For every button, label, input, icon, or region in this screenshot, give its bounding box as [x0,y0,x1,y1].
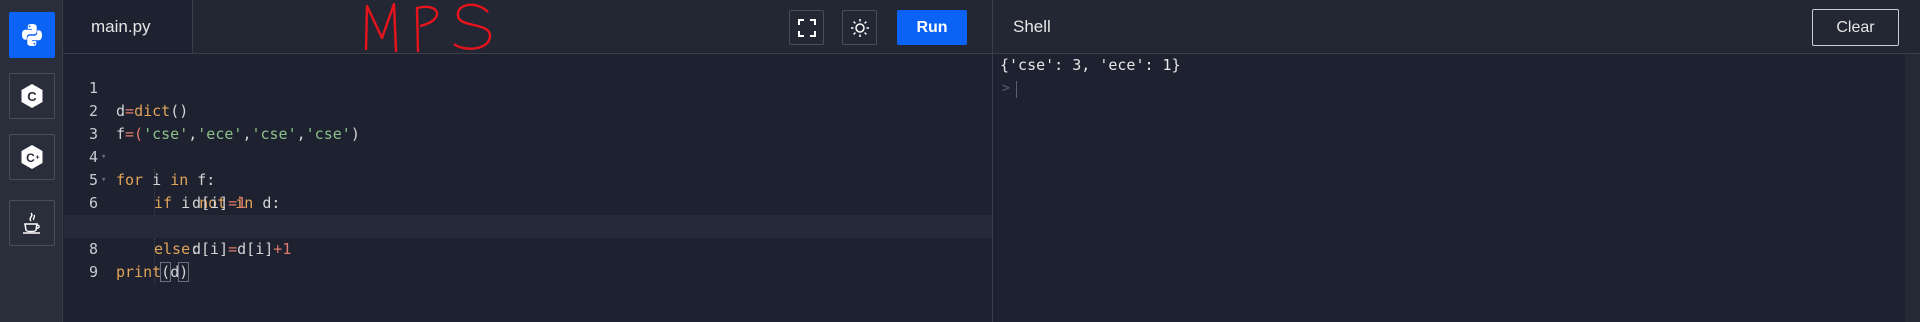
code-line-8[interactable]: 8 print(d) [64,215,992,282]
code-line-9[interactable]: 9 [64,238,992,281]
code-line-4[interactable]: 4 ▾ if i not in d: [64,123,992,212]
java-icon [23,212,40,234]
language-java-button[interactable] [9,200,55,246]
code-line-1[interactable]: 1 d=dict() [64,54,992,120]
svg-text:+: + [36,155,40,162]
python-online-compiler: C C + main.py Run Shell Clear 1 d=dict()… [0,0,1920,322]
shell-cursor [1016,81,1017,98]
c-icon: C [21,84,43,108]
shell-scrollbar[interactable] [1905,54,1920,322]
code-line-7[interactable]: 7 d[i]=d[i]+1 [64,192,992,258]
run-button[interactable]: Run [897,10,967,45]
cpp-icon: C + [21,145,43,169]
text-cursor [188,264,190,281]
file-tab-main[interactable]: main.py [63,0,193,53]
handwritten-annotation [364,2,492,53]
shell-output[interactable]: {'cse': 3, 'ece': 1} > [994,54,1904,322]
language-python-button[interactable] [9,12,55,58]
panel-divider[interactable] [992,0,993,322]
line-number: 9 [88,263,98,281]
sun-icon [850,18,869,37]
svg-text:C: C [26,151,35,165]
fullscreen-icon [797,18,816,37]
fullscreen-button[interactable] [789,10,824,45]
python-icon [22,24,42,46]
shell-output-line: {'cse': 3, 'ece': 1} [1000,56,1181,74]
clear-button[interactable]: Clear [1812,9,1899,46]
code-line-6[interactable]: 6 ▾ else: [64,169,992,258]
language-c-button[interactable]: C [9,73,55,119]
language-sidebar: C C + [0,0,63,322]
shell-title: Shell [1013,17,1051,36]
code-editor[interactable]: 1 d=dict() 2 f=('cse','ece','cse','cse')… [64,54,992,322]
theme-toggle-button[interactable] [842,10,877,45]
svg-text:C: C [27,89,37,104]
code-line-3[interactable]: 3 ▾ for i in f: [64,100,992,189]
code-line-2[interactable]: 2 f=('cse','ece','cse','cse') [64,77,992,143]
language-cpp-button[interactable]: C + [9,134,55,180]
code-text: print(d) [116,262,190,282]
shell-prompt: > [1002,81,1010,96]
code-line-5[interactable]: 5 d[i]=1 [64,146,992,212]
